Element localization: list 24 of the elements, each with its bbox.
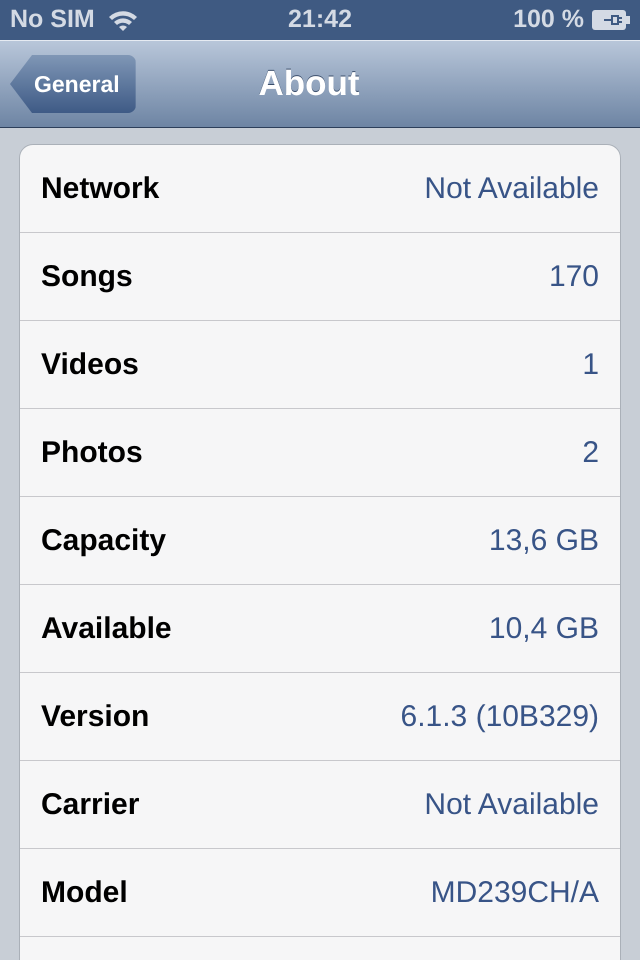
screen-title: About xyxy=(258,62,360,105)
row-label: Carrier xyxy=(41,787,140,823)
row-value: 10,4 GB xyxy=(488,611,599,647)
row-label: Songs xyxy=(41,259,133,295)
row-value: 13,6 GB xyxy=(488,523,599,559)
row-value: Not Available xyxy=(424,787,599,823)
row-label: Capacity xyxy=(41,523,166,559)
row-value: MD239CH/A xyxy=(430,875,599,911)
row-value: 6.1.3 (10B329) xyxy=(400,699,599,735)
back-button[interactable]: General xyxy=(10,55,136,113)
row-value: Not Available xyxy=(424,171,599,207)
battery-charging-icon xyxy=(592,9,630,31)
row-label: Network xyxy=(41,171,160,207)
row-value: 170 xyxy=(548,259,599,295)
row-label: Available xyxy=(41,611,172,647)
clock-text: 21:42 xyxy=(288,4,352,36)
row-label: Model xyxy=(41,875,128,911)
carrier-text: No SIM xyxy=(10,4,95,36)
row-value: 1 xyxy=(582,347,599,383)
battery-text: 100 % xyxy=(513,4,584,36)
row-label: Videos xyxy=(41,347,139,383)
row-label: Photos xyxy=(41,435,143,471)
row-value: 2 xyxy=(582,435,599,471)
row-label: Version xyxy=(41,699,150,735)
